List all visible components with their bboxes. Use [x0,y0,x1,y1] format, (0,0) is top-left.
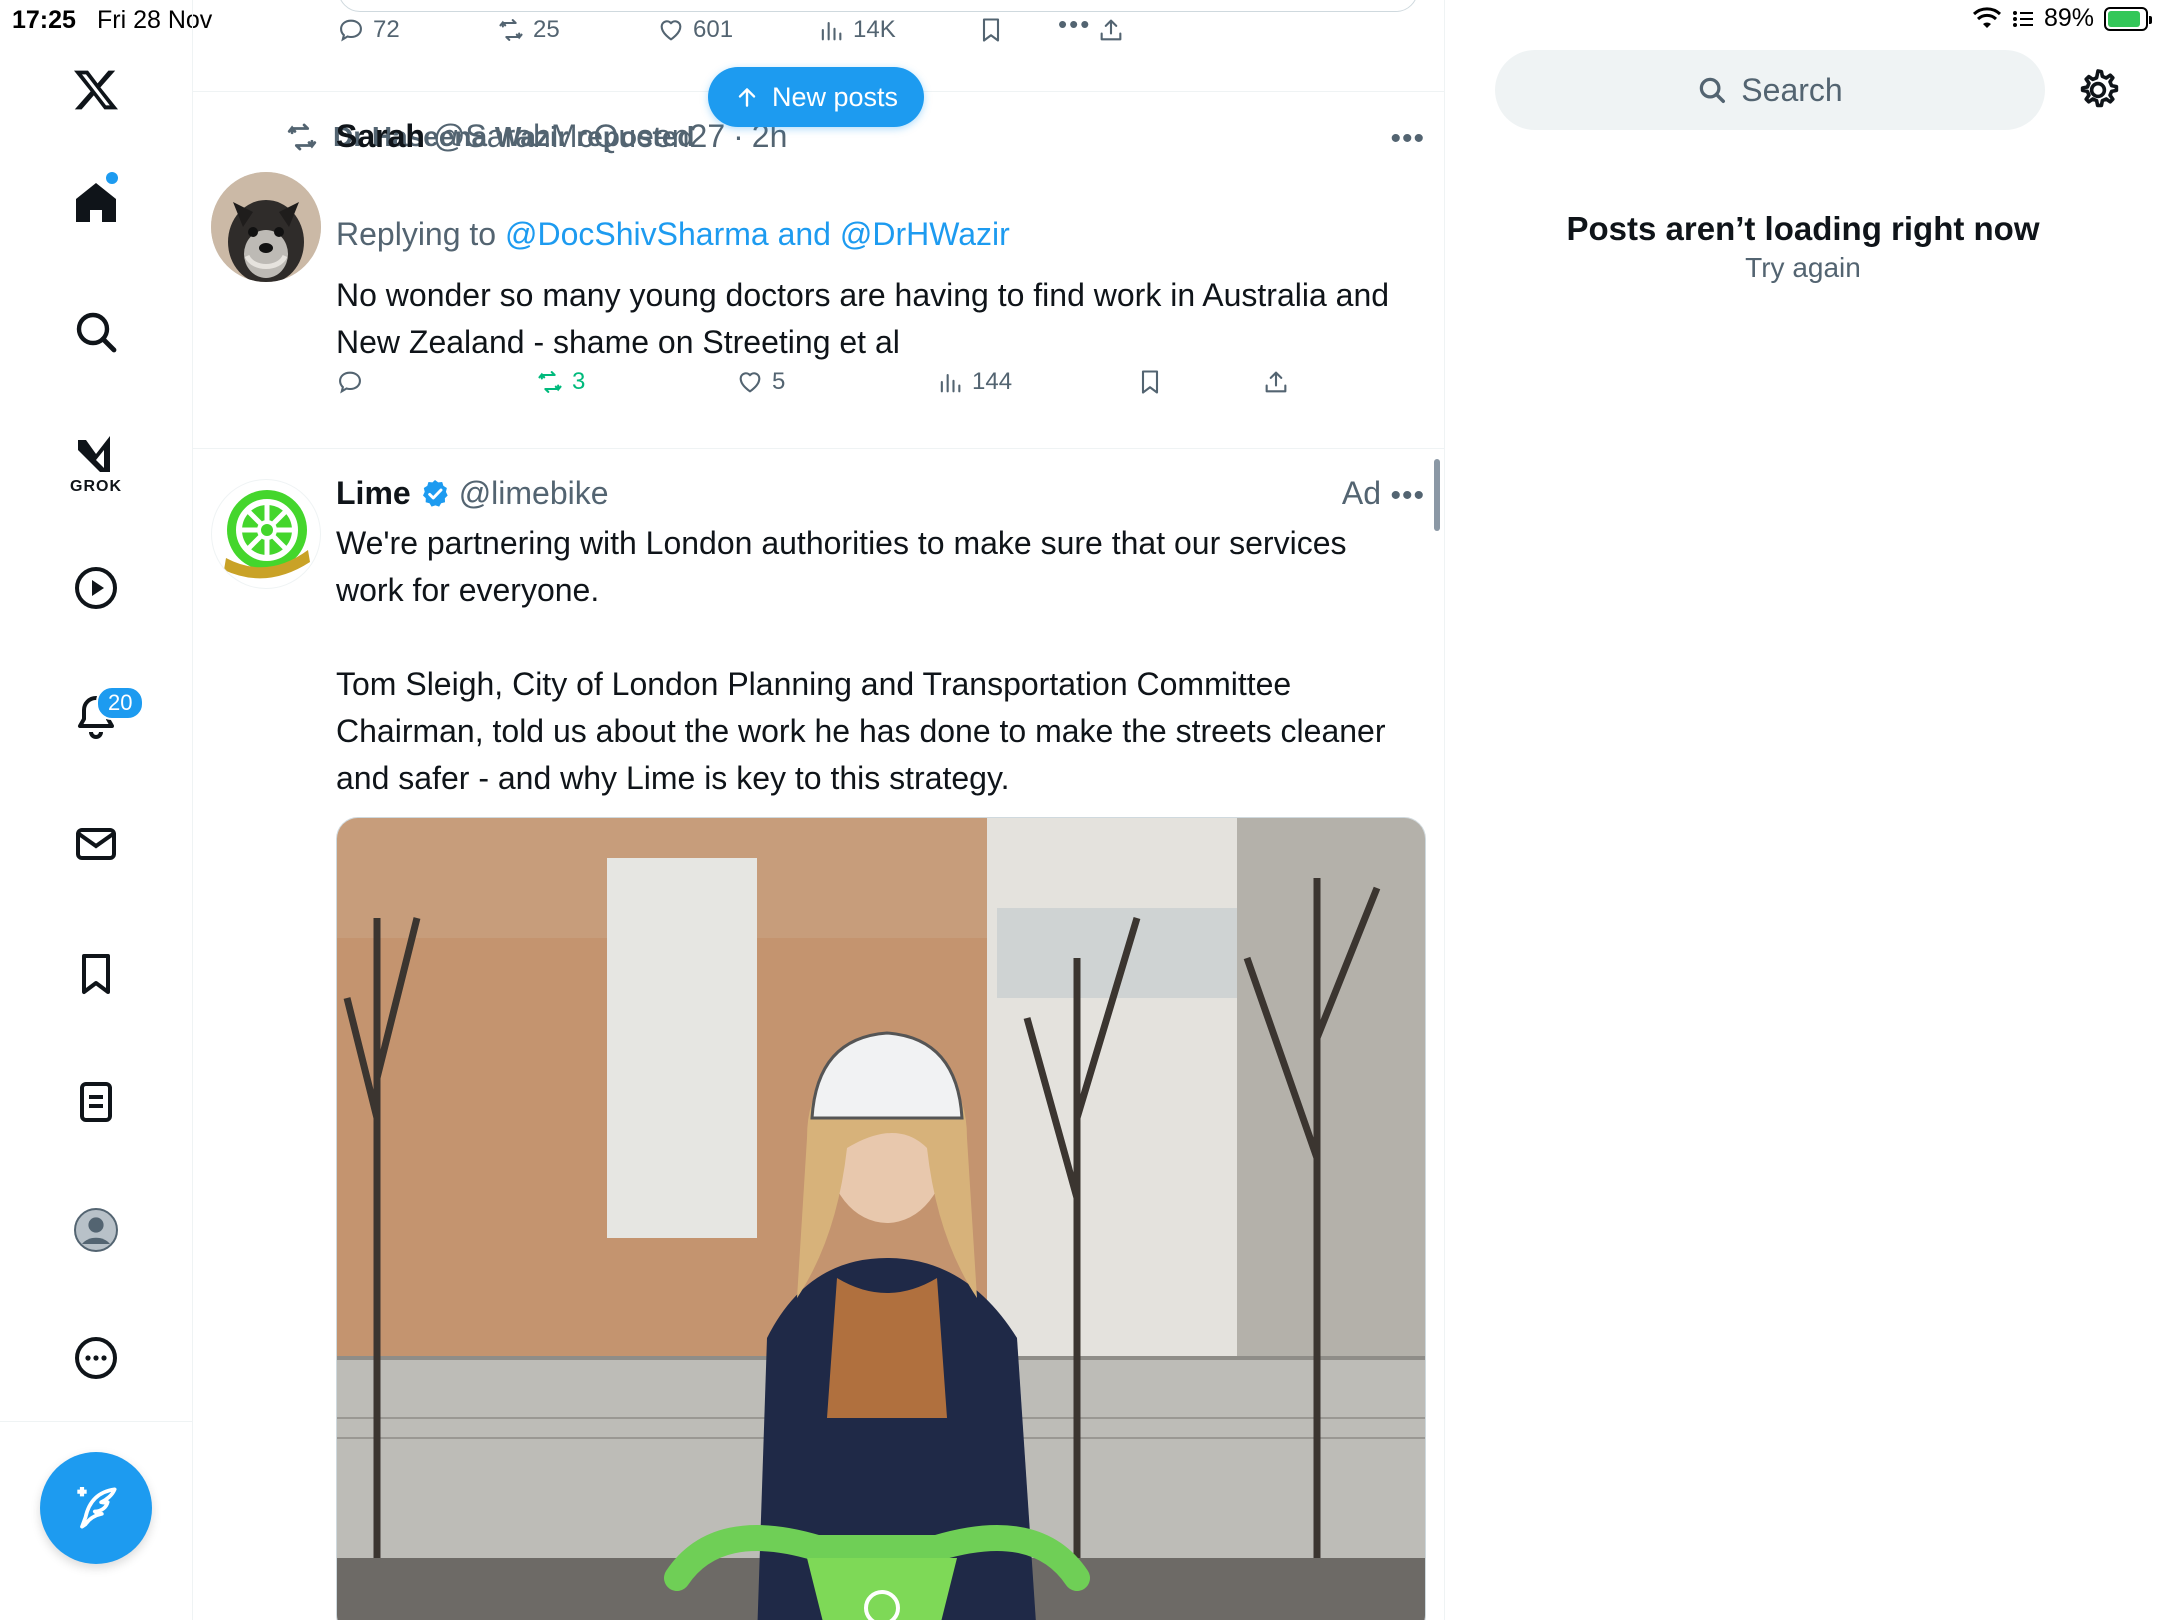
bookmark-button[interactable] [977,16,1005,44]
video-icon[interactable] [60,552,132,624]
author-handle[interactable]: @limebike [459,475,609,512]
previous-post-card-edge [338,0,1418,12]
lime-logo-image [224,490,310,579]
like-count: 5 [772,368,786,395]
gear-icon[interactable] [2074,66,2122,114]
avatar[interactable] [211,479,321,589]
reply-icon [340,19,362,42]
post-header: Lime @limebike [336,475,1416,512]
views-count: 144 [972,368,1013,395]
share-icon [1100,19,1122,41]
search-placeholder: Search [1741,71,1843,108]
bookmark-icon[interactable] [60,938,132,1010]
reply-button[interactable]: 72 [337,16,400,44]
share-button[interactable] [1097,16,1125,44]
like-button[interactable]: 5 [736,368,785,396]
views-count: 14K [853,16,896,43]
post-text: We're partnering with London authorities… [336,525,1386,796]
author-handle[interactable]: @SarahMcQueen27 [433,118,725,155]
share-icon [1265,371,1287,393]
search-icon [1700,77,1726,103]
post-menu-icon[interactable]: ••• [1390,479,1425,513]
like-count: 601 [693,16,734,43]
repost-count: 3 [572,368,586,395]
timeline: ••• 72 25 601 14K New posts Dr Haseena W… [193,0,1445,1620]
search-icon[interactable] [60,296,132,368]
drag-handle-icon[interactable]: ••• [1058,9,1091,40]
avatar[interactable] [211,172,321,282]
arrow-up-icon [738,88,756,107]
views-button[interactable]: 144 [936,368,1012,396]
profile-icon[interactable] [60,1194,132,1266]
views-button[interactable]: 14K [817,16,896,44]
video-frame-image [337,818,1425,1620]
more-icon[interactable] [60,1322,132,1394]
sidebar-divider [0,1421,193,1422]
sidebar: GROK 20 [0,0,193,1620]
ad-video[interactable] [336,817,1426,1620]
verified-badge-icon [422,479,448,507]
try-again-link[interactable]: Try again [1446,252,2160,284]
dog-avatar-image [211,172,321,282]
new-posts-label: New posts [772,81,899,112]
post-sarah[interactable]: Dr Haseena Wazir reposted Sarah @SarahMc… [193,92,1444,449]
home-icon[interactable] [60,166,132,238]
repost-icon [499,19,523,41]
views-icon [821,21,842,41]
reply-count: 72 [373,16,400,43]
replying-prefix: Replying to [336,216,497,252]
x-logo-icon[interactable] [60,54,132,126]
post-menu-icon[interactable]: ••• [1390,122,1425,156]
notifications-badge: 20 [96,686,145,720]
right-panel: Search Posts aren’t loading right now Tr… [1446,0,2160,1620]
home-unread-dot [106,172,118,184]
heart-icon [739,372,761,393]
share-button[interactable] [1262,368,1290,396]
reply-button[interactable] [336,368,364,396]
repost-count: 25 [533,16,560,43]
scrollbar[interactable] [1434,459,1440,531]
search-input[interactable]: Search [1495,50,2045,130]
compose-icon [77,1487,117,1529]
reply-icon [339,371,361,394]
author-name[interactable]: Sarah [336,118,425,155]
lists-icon[interactable] [60,1066,132,1138]
repost-icon [287,123,317,151]
bookmark-icon [982,18,1000,42]
replying-mentions[interactable]: @DocShivSharma and @DrHWazir [505,216,1010,252]
replying-to: Replying to @DocShivSharma and @DrHWazir [336,216,1010,253]
author-name[interactable]: Lime [336,475,411,512]
repost-icon [538,371,562,393]
bookmark-button[interactable] [1136,368,1164,396]
compose-button[interactable] [40,1452,152,1564]
post-text: No wonder so many young doctors are havi… [336,277,1398,360]
error-title: Posts aren’t loading right now [1566,210,2040,247]
repost-button[interactable]: 3 [536,368,585,396]
heart-icon [660,20,682,41]
repost-button[interactable]: 25 [497,16,560,44]
grok-label: GROK [70,478,122,495]
mail-icon[interactable] [60,808,132,880]
views-icon [940,373,961,393]
new-posts-button[interactable]: New posts [708,67,925,127]
ad-label: Ad [1341,475,1381,511]
bookmark-icon [1141,370,1159,394]
like-button[interactable]: 601 [657,16,733,44]
post-lime-ad[interactable]: Lime @limebike Ad ••• We're partnering w… [193,449,1444,1620]
